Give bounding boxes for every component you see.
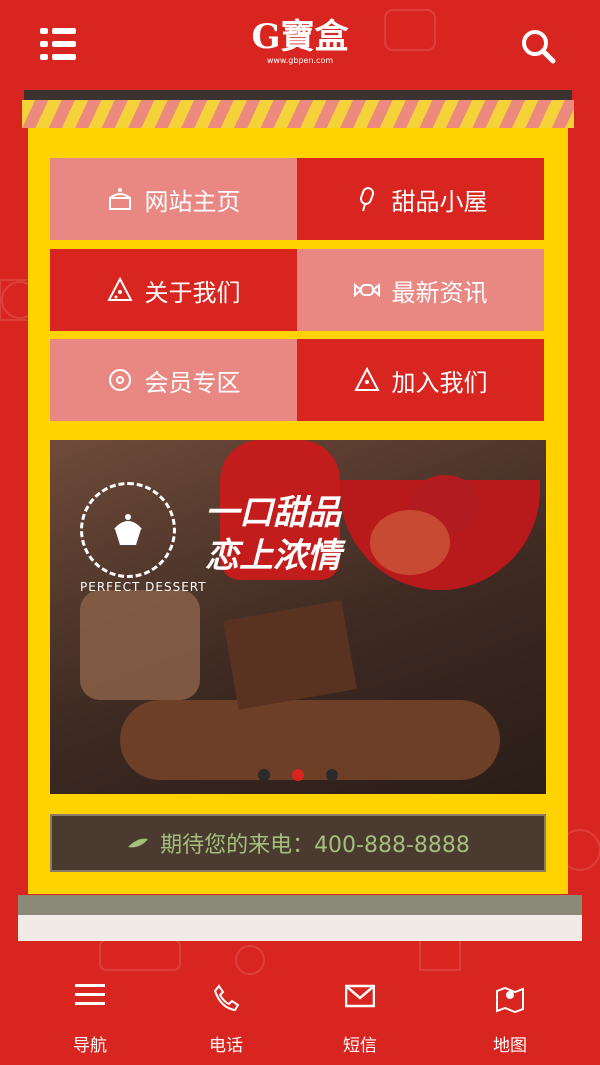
chocolate-image: [223, 600, 357, 710]
footer-map-button[interactable]: 地图: [460, 965, 560, 1065]
apple-image: [370, 510, 450, 575]
tile-label: 网站主页: [144, 187, 241, 216]
nut-jar-image: [80, 590, 200, 700]
popsicle-icon: [359, 187, 374, 212]
map-icon: [496, 986, 524, 1013]
tile-label: 会员专区: [144, 368, 241, 397]
footer-label: 短信: [343, 1036, 377, 1056]
store-awning: [22, 100, 574, 128]
search-icon[interactable]: [520, 28, 556, 64]
logo-url: www.gbpen.com: [266, 56, 334, 65]
carousel-dot[interactable]: [258, 769, 270, 781]
store-base: [18, 895, 582, 915]
footer-label: 电话: [209, 1036, 243, 1056]
site-logo[interactable]: G寶盒 www.gbpen.com: [240, 18, 360, 72]
footer-label: 导航: [73, 1036, 107, 1056]
menu-icon[interactable]: [40, 28, 76, 60]
hero-banner[interactable]: PERFECT DESSERT 一口甜品 恋上浓情: [50, 440, 546, 794]
carousel-dot-active[interactable]: [292, 769, 304, 781]
slogan-line-2: 恋上浓情: [205, 536, 341, 576]
badge-text: PERFECT DESSERT: [80, 580, 207, 594]
pizza-slice-icon: [106, 277, 133, 301]
candy-icon: [353, 282, 380, 298]
footer-label: 地图: [493, 1036, 527, 1056]
menu-icon: [75, 984, 105, 1005]
tile-label: 甜品小屋: [391, 187, 488, 216]
contact-text: 期待您的来电：400-888-8888: [160, 833, 470, 858]
tile-label: 最新资讯: [391, 278, 488, 307]
pea-pod-icon: [128, 838, 149, 848]
tile-dessert-house[interactable]: 甜品小屋: [297, 158, 544, 240]
phone-icon: [213, 984, 240, 1012]
dessert-badge: [80, 482, 176, 578]
tile-about[interactable]: 关于我们: [50, 249, 297, 331]
bottom-nav: 导航 电话 短信 地图: [0, 965, 600, 1065]
top-bar: G寶盒 www.gbpen.com: [0, 0, 600, 90]
tile-members[interactable]: 会员专区: [50, 339, 297, 421]
donut-icon: [108, 369, 131, 391]
slogan-line-1: 一口甜品: [205, 493, 341, 533]
carousel-dot[interactable]: [326, 769, 338, 781]
footer-nav-button[interactable]: 导航: [40, 965, 140, 1065]
pizza-slice-icon: [353, 367, 380, 391]
store-step: [18, 915, 582, 941]
tile-label: 关于我们: [144, 278, 241, 307]
tile-label: 加入我们: [391, 368, 488, 397]
cake-icon: [108, 188, 131, 210]
contact-phone-bar[interactable]: 期待您的来电：400-888-8888: [50, 814, 546, 872]
awning-rail: [24, 90, 572, 100]
footer-sms-button[interactable]: 短信: [310, 965, 410, 1065]
tile-news[interactable]: 最新资讯: [297, 249, 544, 331]
tile-home[interactable]: 网站主页: [50, 158, 297, 240]
envelope-icon: [345, 984, 375, 1008]
footer-phone-button[interactable]: 电话: [176, 965, 276, 1065]
cupcake-icon: [114, 514, 142, 545]
tile-join[interactable]: 加入我们: [297, 339, 544, 421]
carousel-dots: [258, 766, 360, 785]
logo-text: G寶盒: [251, 17, 349, 57]
